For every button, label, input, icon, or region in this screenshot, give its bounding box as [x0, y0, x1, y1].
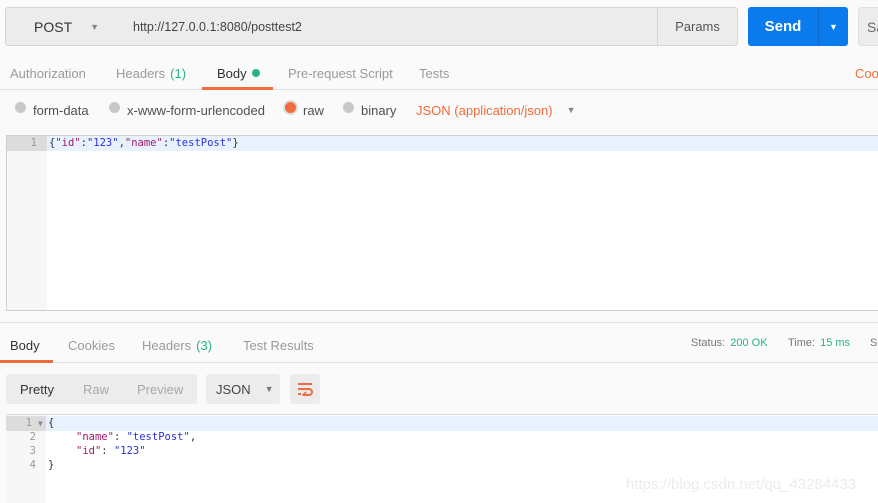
- code-line: 1 ▼ {: [6, 416, 878, 431]
- tab-label: Authorization: [10, 65, 86, 81]
- status-value: 200 OK: [730, 337, 768, 349]
- radio-label: binary: [361, 102, 397, 118]
- modified-dot-icon: [251, 69, 260, 77]
- radio-label: form-data: [33, 102, 89, 118]
- chevron-down-icon: ▼: [264, 384, 274, 394]
- code-text: {"id":"123","name":"testPost"}: [49, 136, 239, 151]
- mode-pretty[interactable]: Pretty: [20, 374, 54, 404]
- request-tabs: Authorization Headers (1) Body Pre-reque…: [0, 56, 878, 90]
- chevron-down-icon: ▼: [90, 21, 100, 32]
- json-key: "name": [76, 431, 114, 443]
- mode-preview[interactable]: Preview: [137, 374, 183, 404]
- response-time: Time: 15 ms: [788, 328, 850, 358]
- tab-label: Pre-request Script: [288, 65, 393, 81]
- tab-label: Body: [217, 65, 247, 81]
- line-number-gutter: [7, 136, 47, 310]
- json-value: "123": [86, 137, 119, 149]
- body-type-options: form-data x-www-form-urlencoded raw bina…: [0, 96, 878, 124]
- content-type-select[interactable]: JSON (application/json) ▼: [416, 96, 575, 124]
- radio-label: x-www-form-urlencoded: [127, 102, 265, 118]
- radio-x-www-form-urlencoded[interactable]: x-www-form-urlencoded: [109, 96, 265, 124]
- radio-circle-icon: [343, 101, 354, 113]
- json-value: "testPost": [169, 137, 233, 149]
- section-divider: [0, 322, 878, 323]
- tab-label: Test Results: [243, 337, 314, 353]
- wrap-lines-icon: [298, 383, 313, 396]
- send-options-button[interactable]: ▼: [818, 7, 848, 46]
- code-text: "id": "123": [76, 445, 146, 457]
- json-key: "id": [76, 445, 102, 457]
- tab-label: Headers: [142, 337, 192, 353]
- code-line: 1 {"id":"123","name":"testPost"}: [7, 136, 878, 151]
- code-line: 4 }: [6, 458, 878, 473]
- line-number: 4: [29, 459, 36, 471]
- line-number: 2: [29, 431, 36, 443]
- radio-form-data[interactable]: form-data: [15, 96, 89, 124]
- response-tab-cookies[interactable]: Cookies: [68, 328, 115, 362]
- tab-label: Tests: [419, 65, 450, 81]
- radio-circle-icon: [15, 101, 26, 113]
- watermark: https://blog.csdn.net/qq_43284433: [626, 476, 857, 493]
- content-type-label: JSON (application/json): [416, 102, 553, 118]
- send-button[interactable]: Send: [748, 7, 818, 46]
- json-value: "testPost": [126, 431, 190, 443]
- mode-raw[interactable]: Raw: [83, 374, 109, 404]
- line-number: 3: [29, 445, 36, 457]
- code-line: 2 "name": "testPost",: [6, 430, 878, 445]
- format-label: JSON: [216, 381, 251, 397]
- tab-label: Headers: [116, 65, 166, 81]
- radio-circle-icon: [109, 101, 120, 113]
- radio-selected-icon: [285, 101, 296, 113]
- code-line: 3 "id": "123": [6, 444, 878, 459]
- code-text: {: [48, 417, 55, 429]
- line-number: 1: [7, 136, 47, 151]
- json-punct: ,: [189, 431, 197, 443]
- json-value: "123": [113, 445, 146, 457]
- tab-authorization[interactable]: Authorization: [10, 56, 86, 90]
- response-status: Status: 200 OK: [691, 328, 768, 358]
- tab-label: Body: [10, 337, 40, 353]
- radio-raw[interactable]: raw: [285, 96, 324, 124]
- code-text: }: [48, 459, 55, 471]
- params-button[interactable]: Params: [657, 7, 738, 46]
- code-text: "name": "testPost",: [76, 431, 197, 443]
- json-punct: }: [232, 137, 239, 149]
- active-tab-indicator: [0, 360, 53, 363]
- chevron-down-icon: ▼: [566, 105, 576, 115]
- request-body-editor[interactable]: 1 {"id":"123","name":"testPost"}: [6, 135, 878, 311]
- url-value: http://127.0.0.1:8080/posttest2: [133, 19, 302, 34]
- json-key: "name": [124, 137, 163, 149]
- response-size: Si: [870, 328, 878, 358]
- status-label: Status:: [691, 337, 726, 349]
- response-format-select[interactable]: JSON ▼: [206, 374, 280, 404]
- method-select[interactable]: POST ▼: [5, 7, 122, 46]
- time-label: Time:: [788, 337, 816, 349]
- wrap-lines-button[interactable]: [290, 374, 320, 404]
- radio-binary[interactable]: binary: [343, 96, 396, 124]
- time-value: 15 ms: [820, 337, 851, 349]
- response-tabs: Body Cookies Headers (3) Test Results St…: [0, 328, 878, 363]
- response-view-modes: Pretty Raw Preview: [6, 374, 197, 404]
- tab-tests[interactable]: Tests: [419, 56, 449, 90]
- radio-label: raw: [303, 102, 324, 118]
- tab-label: Cookies: [68, 337, 115, 353]
- chevron-down-icon: ▼: [829, 21, 838, 32]
- url-input[interactable]: http://127.0.0.1:8080/posttest2: [121, 7, 658, 46]
- size-label: Si: [870, 337, 878, 349]
- cookies-link[interactable]: Coo: [855, 56, 878, 90]
- fold-arrow-icon[interactable]: ▼: [38, 416, 43, 431]
- headers-count: (1): [170, 65, 187, 81]
- active-tab-indicator: [202, 87, 273, 90]
- tab-body[interactable]: Body: [217, 56, 260, 90]
- json-key: "id": [55, 137, 81, 149]
- headers-count: (3): [196, 337, 213, 353]
- save-button[interactable]: Sa: [858, 7, 878, 46]
- response-tab-test-results[interactable]: Test Results: [243, 328, 314, 362]
- tab-headers[interactable]: Headers (1): [116, 56, 186, 90]
- method-label: POST: [34, 18, 73, 35]
- response-tab-headers[interactable]: Headers (3): [142, 328, 212, 362]
- response-tab-body[interactable]: Body: [10, 328, 40, 362]
- tab-pre-request-script[interactable]: Pre-request Script: [288, 56, 393, 90]
